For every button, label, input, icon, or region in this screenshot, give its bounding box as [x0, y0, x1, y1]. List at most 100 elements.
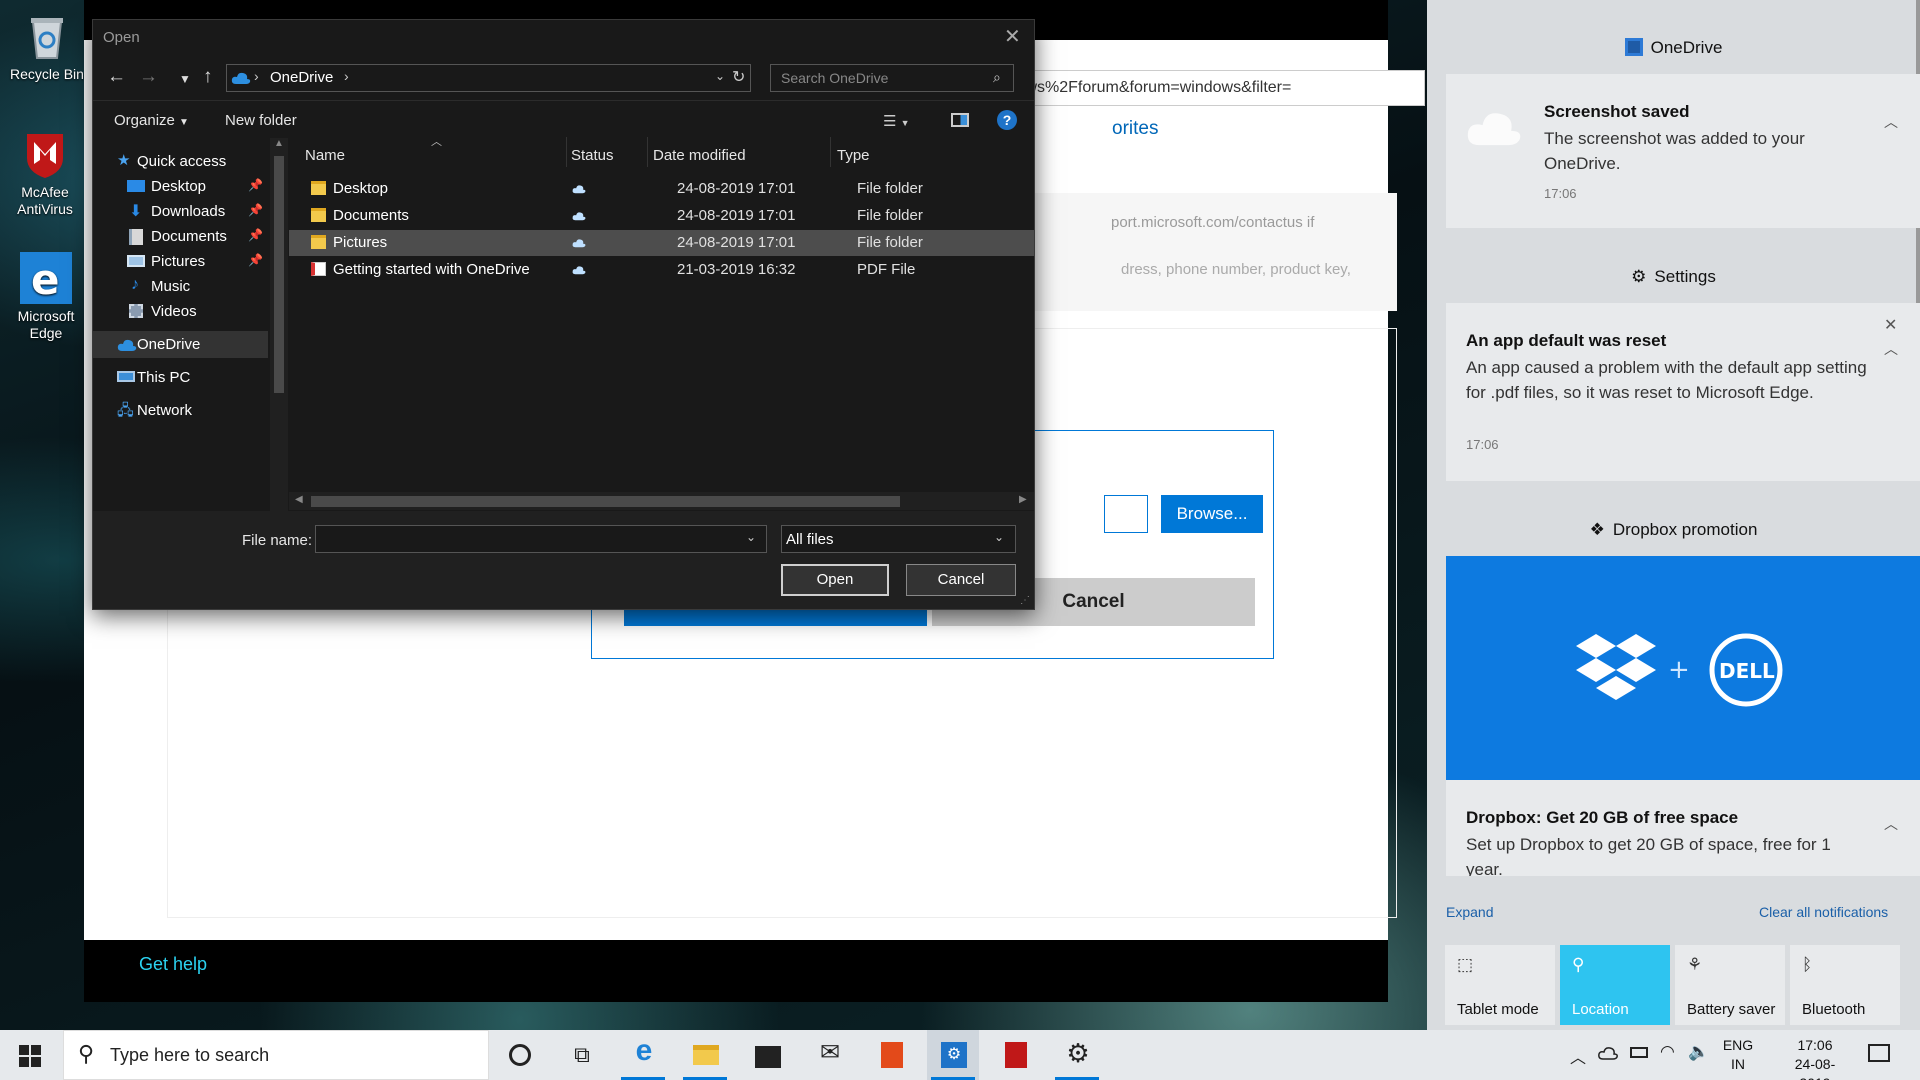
help-icon[interactable]: ?: [997, 110, 1017, 130]
desktop-icon-recycle-bin[interactable]: Recycle Bin: [2, 10, 92, 83]
nav-scrollbar[interactable]: ▲ ▼: [270, 138, 288, 531]
file-type: PDF File: [857, 261, 916, 278]
file-row[interactable]: Documents 24-08-2019 17:01 File folder: [289, 203, 1034, 229]
nav-item-this-pc[interactable]: This PC: [93, 364, 268, 391]
taskbar-edge[interactable]: e: [617, 1030, 669, 1080]
taskbar-settings[interactable]: ⚙: [1051, 1030, 1103, 1080]
file-type-select[interactable]: All files ⌄: [781, 525, 1016, 553]
nav-label: Downloads: [151, 203, 226, 220]
quick-action-location[interactable]: ⚲ Location: [1560, 945, 1670, 1025]
open-button[interactable]: Open: [781, 564, 889, 596]
desktop-icon-edge[interactable]: e Microsoft Edge: [1, 252, 91, 342]
notification-screenshot-saved[interactable]: Screenshot saved The screenshot was adde…: [1446, 74, 1920, 228]
file-row[interactable]: Getting started with OneDrive 21-03-2019…: [289, 257, 1034, 283]
upload-path-input[interactable]: [1104, 495, 1148, 533]
quick-action-battery-saver[interactable]: ⚘ Battery saver: [1675, 945, 1785, 1025]
action-center-notification-icon[interactable]: [1868, 1044, 1890, 1062]
cortana-button[interactable]: [493, 1030, 545, 1080]
up-arrow-icon[interactable]: ↑: [203, 66, 213, 88]
wifi-icon[interactable]: ◠: [1660, 1042, 1675, 1062]
notification-app-default-reset[interactable]: An app default was reset An app caused a…: [1446, 303, 1920, 481]
file-row[interactable]: Desktop 24-08-2019 17:01 File folder: [289, 176, 1034, 202]
search-input[interactable]: Search OneDrive ⌕: [770, 64, 1014, 92]
taskbar-mcafee[interactable]: [989, 1030, 1041, 1080]
file-date: 24-08-2019 17:01: [677, 207, 796, 224]
onedrive-tray-icon[interactable]: [1598, 1046, 1618, 1064]
pin-icon[interactable]: 📌: [248, 228, 263, 242]
dropbox-dell-promo-image[interactable]: + DELL: [1446, 556, 1920, 780]
preview-pane-icon[interactable]: [951, 113, 969, 127]
file-name-input[interactable]: ⌄: [315, 525, 767, 553]
column-divider[interactable]: [566, 137, 567, 167]
quick-action-tablet-mode[interactable]: ⬚ Tablet mode: [1445, 945, 1555, 1025]
file-row[interactable]: Pictures 24-08-2019 17:01 File folder: [289, 230, 1034, 256]
horizontal-scroll-thumb[interactable]: [311, 496, 900, 507]
taskbar-office[interactable]: [865, 1030, 917, 1080]
close-icon[interactable]: ✕: [1004, 24, 1021, 49]
clear-all-notifications-link[interactable]: Clear all notifications: [1759, 904, 1888, 920]
notification-dropbox-promo[interactable]: Dropbox: Get 20 GB of free space Set up …: [1446, 780, 1920, 876]
expand-link[interactable]: Expand: [1446, 904, 1493, 920]
nav-item-desktop[interactable]: Desktop 📌: [93, 173, 268, 200]
show-hidden-icons-chevron-icon[interactable]: ︿: [1570, 1044, 1586, 1068]
nav-item-videos[interactable]: Videos: [93, 298, 268, 325]
collapse-chevron-icon[interactable]: ︿: [1884, 112, 1898, 132]
dialog-footer: File name: ⌄ All files ⌄ Open Cancel ⋰: [93, 511, 1034, 609]
column-header-status[interactable]: Status: [571, 147, 614, 164]
cancel-button[interactable]: Cancel: [906, 564, 1016, 596]
nav-item-quick-access[interactable]: ★ Quick access: [93, 148, 268, 175]
taskbar-clock[interactable]: 17:06 24-08-2019: [1780, 1036, 1850, 1080]
back-arrow-icon[interactable]: ←: [107, 66, 126, 88]
pin-icon[interactable]: 📌: [248, 253, 263, 267]
nav-item-network[interactable]: 🖧 Network: [93, 397, 268, 424]
input-language-indicator[interactable]: ENG IN: [1722, 1036, 1754, 1074]
scroll-left-icon[interactable]: ◀: [295, 494, 303, 505]
nav-item-music[interactable]: ♪ Music: [93, 273, 268, 300]
new-folder-button[interactable]: New folder: [225, 112, 297, 129]
cloud-icon: [117, 338, 137, 354]
nav-item-downloads[interactable]: ⬇ Downloads 📌: [93, 198, 268, 225]
get-help-link[interactable]: Get help: [139, 954, 207, 975]
organize-menu[interactable]: Organize ▼: [114, 112, 189, 129]
quick-action-bluetooth[interactable]: ᛒ Bluetooth: [1790, 945, 1900, 1025]
nav-item-documents[interactable]: Documents 📌: [93, 223, 268, 250]
mcafee-shield-icon: [1005, 1042, 1027, 1068]
collapse-chevron-icon[interactable]: ︿: [1884, 339, 1898, 359]
column-divider[interactable]: [830, 137, 831, 167]
pin-icon[interactable]: 📌: [248, 178, 263, 192]
battery-icon[interactable]: [1630, 1047, 1648, 1058]
column-header-date[interactable]: Date modified: [653, 147, 746, 164]
browse-button[interactable]: Browse...: [1161, 495, 1263, 533]
view-options-icon[interactable]: ☰ ▼: [883, 112, 910, 130]
windows-start-icon[interactable]: [19, 1045, 41, 1071]
volume-icon[interactable]: 🔈: [1688, 1042, 1709, 1062]
horizontal-scrollbar[interactable]: ◀ ▶: [289, 492, 1034, 510]
nav-item-pictures[interactable]: Pictures 📌: [93, 248, 268, 275]
column-header-name[interactable]: Name: [305, 147, 345, 164]
refresh-icon[interactable]: ↻: [732, 67, 745, 87]
column-header-type[interactable]: Type: [837, 147, 870, 164]
recent-locations-chevron-icon[interactable]: ▼: [179, 72, 191, 86]
taskbar-store[interactable]: [741, 1030, 793, 1080]
scroll-right-icon[interactable]: ▶: [1019, 494, 1027, 505]
close-icon[interactable]: ✕: [1884, 315, 1897, 335]
chevron-down-icon[interactable]: ⌄: [746, 530, 756, 544]
collapse-chevron-icon[interactable]: ︿: [1884, 814, 1898, 834]
address-bar[interactable]: › OneDrive › ⌄ ↻: [226, 64, 751, 92]
taskbar-settings-app[interactable]: ⚙: [927, 1030, 979, 1080]
address-history-chevron-icon[interactable]: ⌄: [715, 69, 725, 83]
task-view-button[interactable]: ⧉: [555, 1030, 607, 1080]
scroll-up-icon[interactable]: ▲: [274, 138, 284, 149]
nav-scroll-thumb[interactable]: [274, 156, 284, 393]
taskbar-search-box[interactable]: ⚲ Type here to search: [63, 1030, 489, 1080]
pin-icon[interactable]: 📌: [248, 203, 263, 217]
taskbar-file-explorer[interactable]: [679, 1030, 731, 1080]
resize-grip-icon[interactable]: ⋰: [1020, 595, 1030, 606]
column-divider[interactable]: [647, 137, 648, 167]
favorites-link[interactable]: orites: [1112, 118, 1158, 140]
desktop-icon-mcafee[interactable]: McAfee AntiVirus: [0, 128, 90, 218]
breadcrumb-onedrive[interactable]: OneDrive: [270, 69, 333, 86]
forward-arrow-icon[interactable]: →: [139, 66, 158, 88]
taskbar-mail[interactable]: ✉: [803, 1030, 855, 1080]
nav-item-onedrive[interactable]: OneDrive: [93, 331, 268, 358]
